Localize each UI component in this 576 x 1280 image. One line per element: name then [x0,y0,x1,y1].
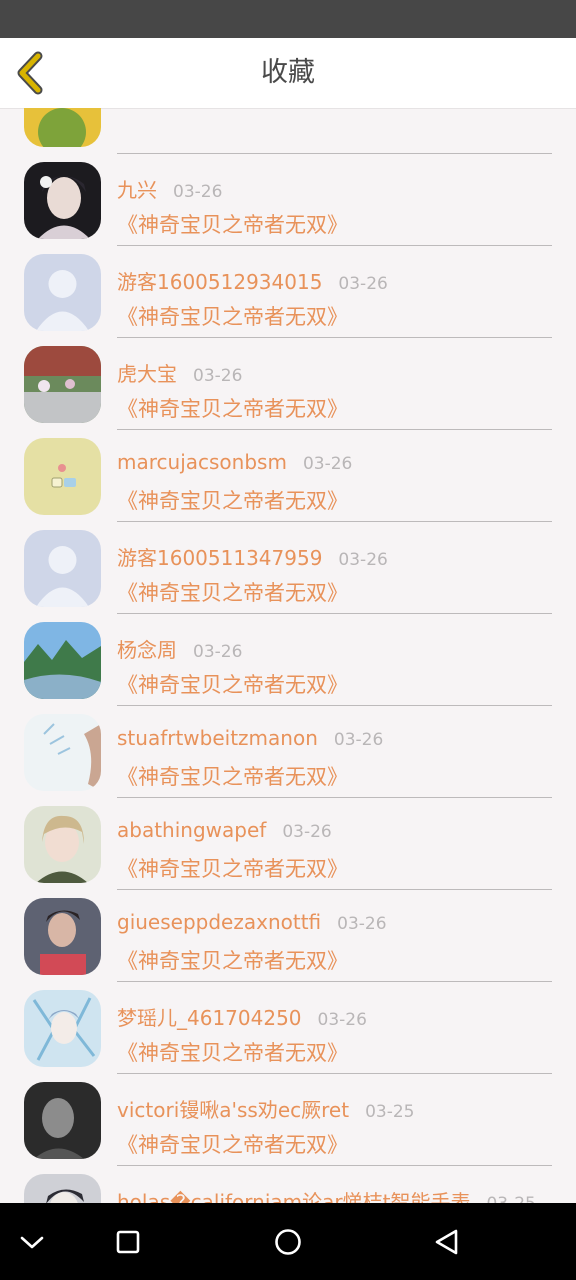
name-line: 九兴 03-26 [117,174,222,203]
list-item[interactable]: 杨念周 03-26 《神奇宝贝之帝者无双》 [0,608,576,706]
user-name[interactable]: 杨念周 [117,638,177,662]
avatar[interactable] [24,438,101,515]
user-name[interactable]: 梦瑶儿_461704250 [117,1006,302,1030]
name-line: 梦瑶儿_461704250 03-26 [117,1002,367,1031]
favorite-date: 03-26 [317,1010,367,1030]
name-line: marcujacsonbsm 03-26 [117,450,352,474]
favorite-date: 03-26 [333,730,384,750]
favorite-date: 03-26 [173,182,223,202]
list-item[interactable]: 游客1600511347959 03-26 《神奇宝贝之帝者无双》 [0,516,576,614]
list-item[interactable]: abathingwapef 03-26 《神奇宝贝之帝者无双》 [0,792,576,890]
favorite-date: 03-25 [365,1102,415,1122]
user-name[interactable]: holas�californiam论ar悌桔t智能手表 [117,1190,470,1203]
name-line: abathingwapef 03-26 [117,818,332,842]
name-line: holas�californiam论ar悌桔t智能手表 03-25 [117,1186,536,1203]
favorite-date: 03-26 [338,550,388,570]
user-name[interactable]: giueseppdezaxnottfi [117,910,321,934]
avatar[interactable] [24,806,101,883]
avatar[interactable] [24,162,101,239]
work-title[interactable]: 《神奇宝贝之帝者无双》 [117,393,348,423]
favorite-date: 03-26 [193,642,243,662]
list-item[interactable] [0,108,576,154]
user-name[interactable]: abathingwapef [117,818,266,842]
avatar[interactable] [24,530,101,607]
list-item[interactable]: 游客1600512934015 03-26 《神奇宝贝之帝者无双》 [0,240,576,338]
avatar[interactable] [24,990,101,1067]
avatar[interactable] [24,1082,101,1159]
user-name[interactable]: 九兴 [117,178,157,202]
avatar[interactable] [24,714,101,791]
avatar[interactable] [24,1174,101,1203]
favorite-date: 03-26 [282,822,332,842]
status-bar [0,0,576,38]
work-title[interactable]: 《神奇宝贝之帝者无双》 [117,853,348,883]
favorite-date: 03-26 [337,914,387,934]
favorites-list[interactable]: 九兴 03-26 《神奇宝贝之帝者无双》 游客1600512934015 03-26 《神… [0,108,576,1203]
list-item[interactable]: giueseppdezaxnottfi 03-26 《神奇宝贝之帝者无双》 [0,884,576,982]
name-line: 虎大宝 03-26 [117,358,242,387]
work-title[interactable]: 《神奇宝贝之帝者无双》 [117,945,348,975]
user-name[interactable]: victori镘啾a'ss劝ec厥ret [117,1098,349,1122]
avatar[interactable] [24,108,101,147]
avatar[interactable] [24,346,101,423]
user-name[interactable]: 游客1600512934015 [117,270,322,294]
user-name[interactable]: marcujacsonbsm [117,450,287,474]
list-item[interactable]: 梦瑶儿_461704250 03-26 《神奇宝贝之帝者无双》 [0,976,576,1074]
work-title[interactable]: 《神奇宝贝之帝者无双》 [117,301,348,331]
avatar[interactable] [24,254,101,331]
work-title[interactable]: 《神奇宝贝之帝者无双》 [117,669,348,699]
list-item[interactable]: victori镘啾a'ss劝ec厥ret 03-25 《神奇宝贝之帝者无双》 [0,1068,576,1166]
list-item[interactable]: marcujacsonbsm 03-26 《神奇宝贝之帝者无双》 [0,424,576,522]
name-line: 游客1600512934015 03-26 [117,266,388,295]
avatar[interactable] [24,622,101,699]
user-name[interactable]: stuafrtwbeitzmanon [117,726,318,750]
favorite-date: 03-26 [193,366,243,386]
square-icon[interactable] [109,1223,147,1261]
name-line: 杨念周 03-26 [117,634,242,663]
work-title[interactable]: 《神奇宝贝之帝者无双》 [117,1037,348,1067]
list-item[interactable]: 虎大宝 03-26 《神奇宝贝之帝者无双》 [0,332,576,430]
avatar[interactable] [24,898,101,975]
favorite-date: 03-25 [486,1194,535,1203]
name-line: stuafrtwbeitzmanon 03-26 [117,726,383,750]
user-name[interactable]: 虎大宝 [117,362,177,386]
triangle-back-icon[interactable] [428,1223,466,1261]
work-title[interactable]: 《神奇宝贝之帝者无双》 [117,485,348,515]
name-line: victori镘啾a'ss劝ec厥ret 03-25 [117,1094,414,1123]
chevron-down-icon[interactable] [13,1223,51,1261]
page-title: 收藏 [261,57,315,88]
work-title[interactable]: 《神奇宝贝之帝者无双》 [117,761,348,791]
user-name[interactable]: 游客1600511347959 [117,546,322,570]
favorite-date: 03-26 [302,454,353,474]
system-nav-bar [0,1203,576,1280]
work-title[interactable]: 《神奇宝贝之帝者无双》 [117,577,348,607]
top-bar: 收藏 [0,38,576,109]
favorite-date: 03-26 [338,274,388,294]
name-line: 游客1600511347959 03-26 [117,542,388,571]
list-item[interactable]: stuafrtwbeitzmanon 03-26 《神奇宝贝之帝者无双》 [0,700,576,798]
work-title[interactable]: 《神奇宝贝之帝者无双》 [117,1129,348,1159]
list-item[interactable]: holas�californiam论ar悌桔t智能手表03-25《神奇宝贝之帝者… [0,1160,576,1203]
work-title[interactable]: 《神奇宝贝之帝者无双》 [117,209,348,239]
list-item[interactable]: 九兴 03-26 《神奇宝贝之帝者无双》 [0,148,576,246]
circle-icon[interactable] [269,1223,307,1261]
name-line: giueseppdezaxnottfi 03-26 [117,910,387,934]
